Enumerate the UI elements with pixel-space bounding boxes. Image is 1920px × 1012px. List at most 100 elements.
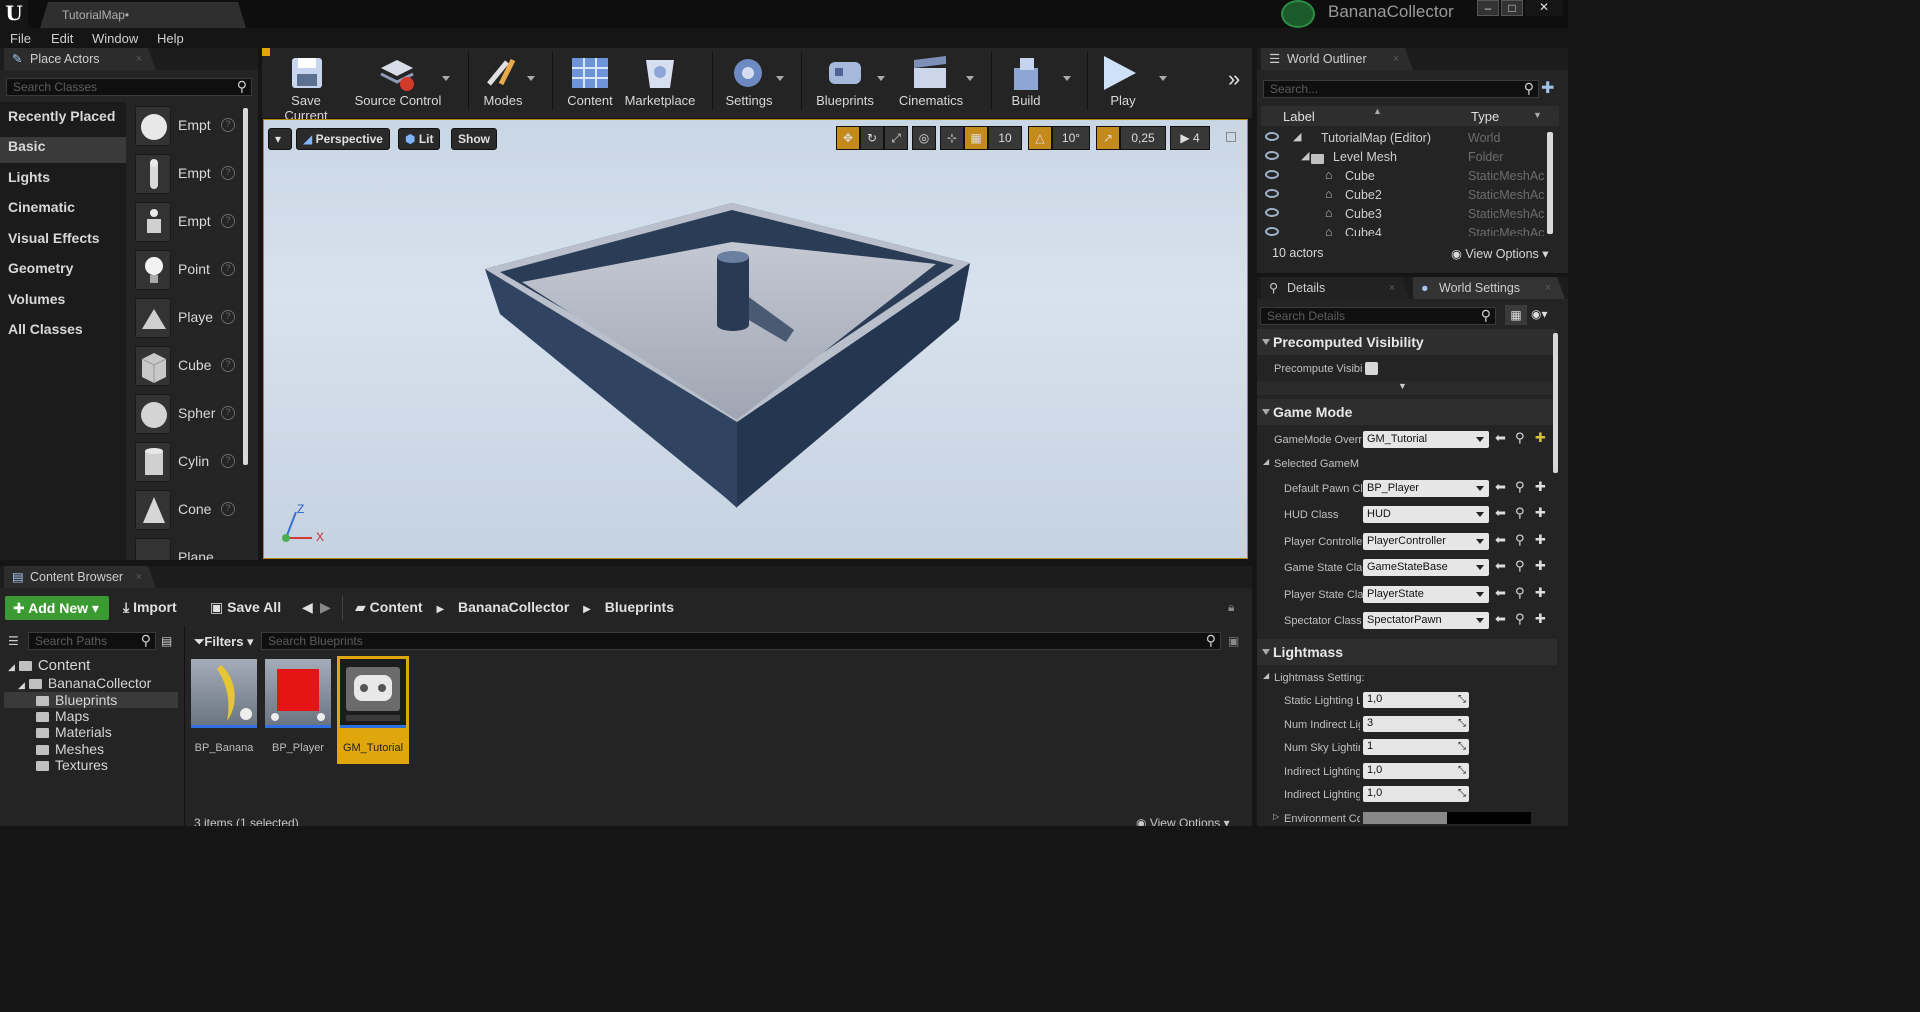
expand-arrow-icon[interactable]: ◢ [1301,149,1309,162]
forward-icon[interactable]: ▶ [320,599,331,616]
use-selected-icon[interactable]: ⬅ [1495,611,1506,627]
actor-item[interactable]: Playe? [133,298,243,342]
add-icon[interactable]: ✚ [1535,479,1546,495]
add-icon[interactable]: ✚ [1535,532,1546,548]
browse-icon[interactable]: ⚲ [1515,611,1525,627]
help-icon[interactable]: ? [221,502,235,516]
static-lighting-level-input[interactable]: 1,0 [1363,692,1469,708]
actor-item[interactable]: Point? [133,250,243,294]
actor-item[interactable]: Spher? [133,394,243,438]
actor-item[interactable]: Empt? [133,106,243,150]
menu-edit[interactable]: Edit [51,31,73,46]
prop-lightmass-settings[interactable]: ◢ Lightmass Setting: [1257,666,1557,690]
tab-world-outliner[interactable]: ☰ World Outliner × [1261,48,1413,70]
category-geometry[interactable]: Geometry [8,260,73,276]
actor-item[interactable]: Cone? [133,490,243,534]
sources-panel-toggle-icon[interactable]: ☰ [8,634,19,648]
asset-bp-banana[interactable]: BP_Banana [188,656,260,764]
environment-color-swatch[interactable] [1363,812,1531,824]
add-icon[interactable]: ✚ [1535,558,1546,574]
category-all-classes[interactable]: All Classes [8,321,83,337]
help-icon[interactable]: ? [221,310,235,324]
save-all-button[interactable]: ▣ Save All [210,599,281,616]
column-type[interactable]: Type [1471,109,1499,124]
use-selected-icon[interactable]: ⬅ [1495,505,1506,521]
browse-icon[interactable]: ⚲ [1515,505,1525,521]
play-dropdown-icon[interactable] [1159,76,1167,81]
category-cinematic[interactable]: Cinematic [8,199,75,215]
cinematics-button[interactable]: Cinematics [896,93,966,108]
help-icon[interactable]: ? [221,118,235,132]
tab-world-settings[interactable]: ● World Settings × [1413,277,1565,299]
minimize-button[interactable]: – [1477,0,1499,16]
breadcrumb-blueprints[interactable]: Blueprints [605,599,674,615]
gamemode-override-select[interactable]: GM_Tutorial [1363,431,1489,448]
close-tab-icon[interactable]: × [136,566,142,588]
outliner-row[interactable]: ⌂ Cube4 StaticMeshAc [1257,224,1548,236]
menu-window[interactable]: Window [92,31,138,46]
modes-button[interactable]: Modes [478,93,528,108]
tree-item-content[interactable]: ◢ Content [8,657,90,674]
search-blueprints-input[interactable]: Search Blueprints ⚲ [261,632,1221,650]
outliner-row[interactable]: ◢ TutorialMap (Editor) World [1257,129,1548,148]
menu-help[interactable]: Help [157,31,184,46]
breadcrumb-banana-collector[interactable]: BananaCollector [458,599,569,615]
build-button[interactable]: Build [1004,93,1048,108]
use-selected-icon[interactable]: ⬅ [1495,479,1506,495]
outliner-search-input[interactable]: Search... ⚲ [1263,80,1539,98]
tree-item-materials[interactable]: Materials [36,724,112,740]
asset-bp-player[interactable]: BP_Player [262,656,334,764]
use-selected-icon[interactable]: ⬅ [1495,532,1506,548]
tab-place-actors[interactable]: ✎ Place Actors × [4,48,156,70]
category-volumes[interactable]: Volumes [8,291,65,307]
help-icon[interactable]: ? [221,214,235,228]
visibility-eye-icon[interactable] [1265,151,1279,160]
add-icon[interactable]: ✚ [1535,505,1546,521]
visibility-eye-icon[interactable] [1265,208,1279,217]
browse-icon[interactable]: ⚲ [1515,585,1525,601]
use-selected-icon[interactable]: ⬅ [1495,558,1506,574]
visibility-eye-icon[interactable] [1265,170,1279,179]
spectator-class-select[interactable]: SpectatorPawn [1363,612,1489,629]
category-recently-placed[interactable]: Recently Placed [8,108,115,124]
browse-icon[interactable]: ⚲ [1515,430,1525,446]
details-scrollbar[interactable] [1553,333,1558,473]
num-indirect-bounces-input[interactable]: 3 [1363,716,1469,732]
section-lightmass[interactable]: Lightmass [1257,639,1557,665]
tree-item-maps[interactable]: Maps [36,708,89,724]
create-new-icon[interactable]: ✚ [1535,430,1546,446]
content-button[interactable]: Content [562,93,618,108]
source-control-dropdown-icon[interactable] [442,76,450,81]
expand-arrow-icon[interactable]: ▷ [1273,812,1279,821]
expand-arrow-icon[interactable]: ◢ [1263,457,1269,466]
document-tab[interactable]: TutorialMap• [40,2,246,28]
outliner-row[interactable]: ◢ Level Mesh Folder [1257,148,1548,167]
build-dropdown-icon[interactable] [1063,76,1071,81]
indirect-lighting-smoothness-input[interactable]: 1,0 [1363,786,1469,802]
back-icon[interactable]: ◀ [302,599,313,616]
close-button[interactable]: ✕ [1525,0,1563,16]
search-classes-input[interactable]: Search Classes ⚲ [6,78,252,96]
blueprints-button[interactable]: Blueprints [812,93,878,108]
blueprints-dropdown-icon[interactable] [877,76,885,81]
outliner-row[interactable]: ⌂ Cube3 StaticMeshAc [1257,205,1548,224]
maximize-button[interactable]: □ [1501,0,1523,16]
actor-item[interactable]: Empt? [133,154,243,198]
help-icon[interactable]: ? [221,358,235,372]
browse-icon[interactable]: ⚲ [1515,479,1525,495]
add-actor-icon[interactable]: ✚ [1541,78,1554,98]
tab-content-browser[interactable]: ▤ Content Browser × [4,566,156,588]
property-matrix-icon[interactable]: ▦ [1505,305,1527,325]
modes-dropdown-icon[interactable] [527,76,535,81]
player-state-select[interactable]: PlayerState [1363,586,1489,603]
actors-scrollbar[interactable] [243,108,248,465]
close-tab-icon[interactable]: × [1393,48,1399,70]
tree-item-banana-collector[interactable]: ◢ BananaCollector [18,675,151,691]
precompute-checkbox[interactable] [1365,362,1378,375]
tree-item-meshes[interactable]: Meshes [36,741,104,757]
filters-button[interactable]: ⏷Filters ▾ [194,634,254,650]
player-controller-select[interactable]: PlayerController [1363,533,1489,550]
help-icon[interactable]: ? [221,406,235,420]
add-icon[interactable]: ✚ [1535,585,1546,601]
cinematics-dropdown-icon[interactable] [966,76,974,81]
